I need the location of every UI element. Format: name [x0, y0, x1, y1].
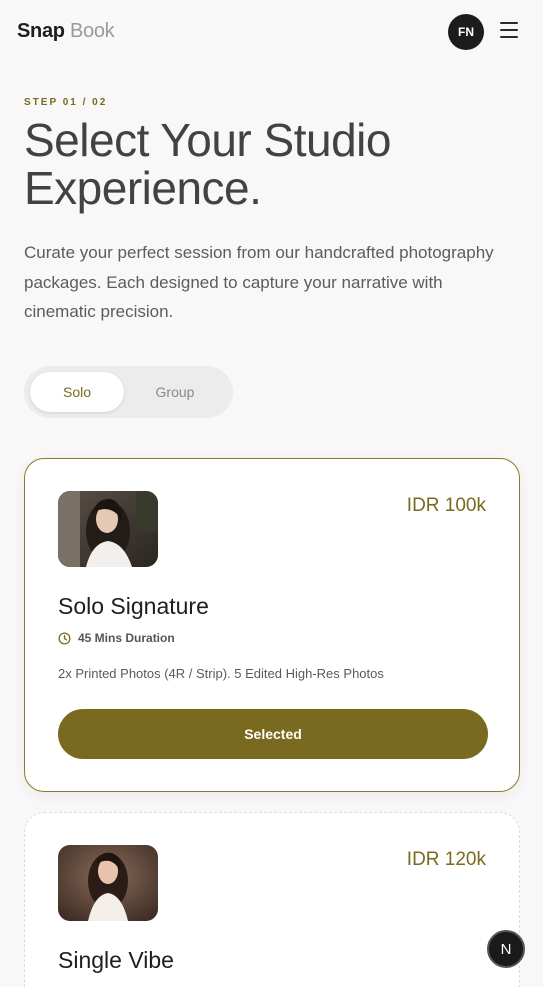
menu-line-icon	[500, 36, 518, 38]
step-indicator: STEP 01 / 02	[24, 97, 108, 108]
package-name: Single Vibe	[58, 947, 174, 973]
menu-line-icon	[500, 22, 518, 24]
selected-button[interactable]: Selected	[58, 709, 488, 759]
logo-part-snap: Snap	[17, 20, 65, 42]
hamburger-menu-icon[interactable]	[500, 22, 518, 40]
portrait-image	[58, 845, 158, 921]
avatar[interactable]: FN	[448, 14, 484, 50]
duration-text: 45 Mins Duration	[78, 631, 175, 645]
page-title: Select Your Studio Experience.	[24, 114, 391, 214]
package-features: 2x Printed Photos (4R / Strip). 5 Edited…	[58, 666, 384, 681]
toggle-option-group[interactable]: Group	[128, 372, 222, 412]
package-type-toggle: Solo Group	[24, 366, 233, 418]
package-thumbnail	[58, 845, 158, 921]
package-name: Solo Signature	[58, 593, 209, 619]
package-thumbnail	[58, 491, 158, 567]
clock-icon	[58, 631, 71, 645]
package-card-selected[interactable]: IDR 100k Solo Signature 45 Mins Duration…	[24, 458, 520, 792]
page-description: Curate your perfect session from our han…	[24, 243, 494, 321]
package-card[interactable]: IDR 120k Single Vibe	[24, 812, 520, 987]
logo-part-book: Book	[69, 20, 115, 42]
package-price: IDR 120k	[406, 849, 486, 870]
toggle-option-solo[interactable]: Solo	[30, 372, 124, 412]
package-duration: 45 Mins Duration	[58, 631, 175, 645]
portrait-image	[58, 491, 158, 567]
menu-line-icon	[500, 29, 518, 31]
app-header: Snap Book FN	[0, 0, 543, 64]
logo[interactable]: Snap Book	[17, 20, 115, 43]
package-price: IDR 100k	[406, 495, 486, 516]
floating-action-button[interactable]: N	[487, 930, 525, 968]
